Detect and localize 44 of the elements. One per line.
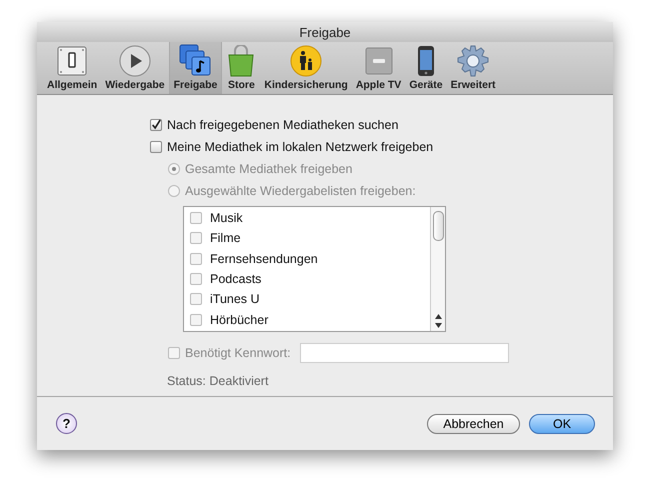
checkbox[interactable] <box>190 252 202 265</box>
radio-label: Ausgewählte Wiedergabelisten freigeben: <box>185 184 416 198</box>
shopping-bag-icon <box>226 44 256 76</box>
toolbar-tab[interactable]: Apple TV <box>352 42 406 94</box>
toolbar-tab[interactable]: Erweitert <box>446 42 500 94</box>
playlist-label: Fernsehsendungen <box>210 252 318 266</box>
scrollbar[interactable] <box>430 207 445 331</box>
scroll-thumb[interactable] <box>432 211 444 241</box>
playlist-label: iTunes U <box>210 292 260 306</box>
checkbox-label: Meine Mediathek im lokalen Netzwerk freigeben <box>167 140 434 154</box>
gear-icon <box>457 44 490 76</box>
parent-child-icon <box>290 44 322 76</box>
scroll-up-icon[interactable] <box>434 314 442 319</box>
scroll-down-icon[interactable] <box>434 323 442 328</box>
ok-button[interactable]: OK <box>529 414 595 434</box>
checkbox-label: Benötigt Kennwort: <box>185 346 291 360</box>
radio-label: Gesamte Mediathek freigeben <box>185 162 352 176</box>
checkbox[interactable] <box>190 314 202 326</box>
cancel-button[interactable]: Abbrechen <box>427 414 520 434</box>
music-icon <box>178 43 212 77</box>
toolbar-tab[interactable]: Kindersicherung <box>260 42 352 94</box>
toolbar-tab[interactable]: Freigabe <box>168 42 222 94</box>
checkbox[interactable] <box>150 141 162 153</box>
playlist-label: Hörbücher <box>210 312 268 327</box>
status-text: Status: Deaktiviert <box>167 374 270 388</box>
checkbox[interactable] <box>150 119 162 131</box>
toolbar-tab[interactable]: Geräte <box>405 42 447 94</box>
toolbar-tab[interactable]: Wiedergabe <box>101 42 169 94</box>
toolbar-tab[interactable]: Store <box>222 42 260 94</box>
phone-icon <box>416 44 435 76</box>
tv-icon <box>364 46 393 74</box>
window-title: Freigabe <box>299 24 351 40</box>
checkbox[interactable] <box>190 273 202 286</box>
checkbox-label: Nach freigegebenen Mediatheken suchen <box>167 118 398 132</box>
toolbar-tab[interactable]: Allgemein <box>43 42 102 94</box>
checkbox[interactable] <box>190 232 202 244</box>
play-icon <box>118 44 151 76</box>
checkbox[interactable] <box>190 293 202 306</box>
playlist-label: Podcasts <box>210 272 262 286</box>
playlist-label: Musik <box>210 211 243 226</box>
switch-icon <box>57 46 88 76</box>
checkbox[interactable] <box>190 212 202 224</box>
playlist-label: Filme <box>210 231 241 246</box>
help-button[interactable]: ? <box>56 413 77 434</box>
